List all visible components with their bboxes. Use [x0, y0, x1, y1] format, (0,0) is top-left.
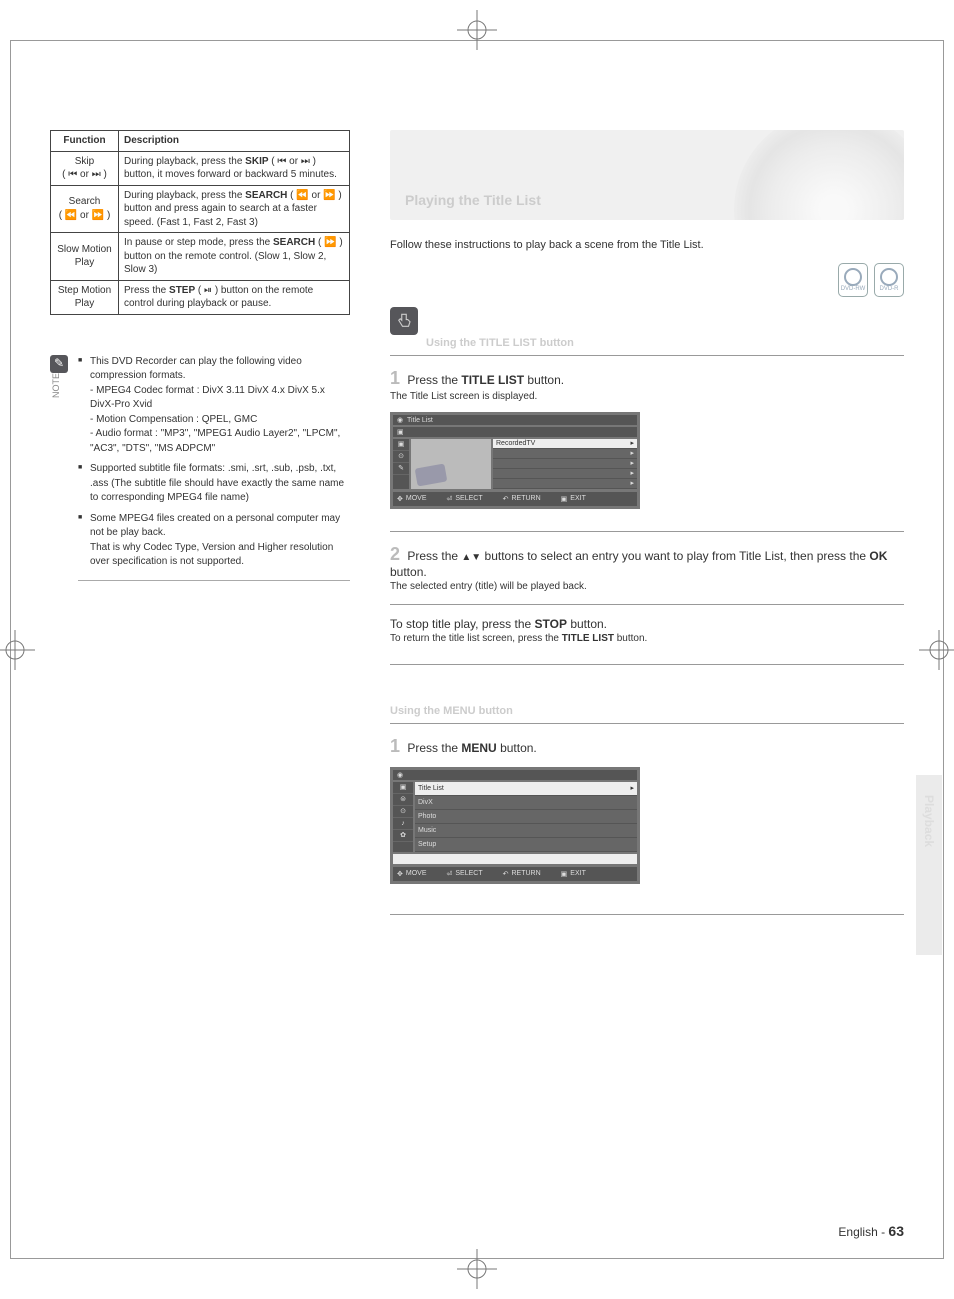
- note-body: This DVD Recorder can play the following…: [78, 355, 350, 581]
- note-item: This DVD Recorder can play the following…: [78, 355, 350, 457]
- note-item: Some MPEG4 files created on a personal c…: [78, 512, 350, 570]
- note-item: Supported subtitle file formats: .smi, .…: [78, 462, 350, 506]
- registration-mark-left: [0, 630, 35, 670]
- page-footer: English - 63: [838, 1223, 904, 1239]
- disc-illustration: Playing the Title List: [390, 130, 904, 220]
- section-title: Playing the Title List: [405, 192, 541, 208]
- registration-mark-bottom: [457, 1249, 497, 1289]
- side-tab: Playback: [916, 775, 942, 955]
- registration-mark-top: [457, 10, 497, 50]
- registration-mark-right: [919, 630, 954, 670]
- note-label: NOTE: [50, 373, 63, 398]
